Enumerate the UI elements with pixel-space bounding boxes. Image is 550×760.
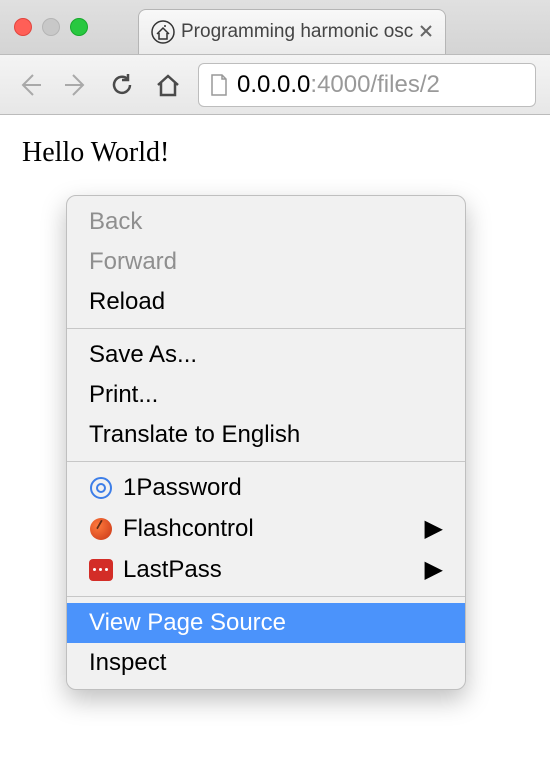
- menu-separator: [67, 461, 465, 462]
- menu-item-inspect[interactable]: Inspect: [67, 643, 465, 683]
- chevron-right-icon: ▶: [425, 555, 443, 584]
- lastpass-icon: [89, 558, 113, 582]
- menu-item-print[interactable]: Print...: [67, 375, 465, 415]
- url-path: :4000/files/2: [310, 71, 439, 98]
- menu-item-forward[interactable]: Forward: [67, 242, 465, 282]
- menu-item-back[interactable]: Back: [67, 202, 465, 242]
- menu-separator: [67, 596, 465, 597]
- menu-item-1password[interactable]: 1Password: [67, 468, 465, 508]
- close-window-button[interactable]: [14, 18, 32, 36]
- fullscreen-window-button[interactable]: [70, 18, 88, 36]
- menu-item-view-source[interactable]: View Page Source: [67, 603, 465, 643]
- page-body-text: Hello World!: [22, 137, 169, 168]
- browser-toolbar: 0.0.0.0:4000/files/2: [0, 55, 550, 115]
- menu-item-translate[interactable]: Translate to English: [67, 415, 465, 455]
- reload-button[interactable]: [106, 69, 138, 101]
- address-bar[interactable]: 0.0.0.0:4000/files/2: [198, 63, 536, 107]
- page-content: Hello World!: [0, 115, 550, 191]
- menu-item-flashcontrol[interactable]: Flashcontrol ▶: [67, 508, 465, 549]
- url-text: 0.0.0.0:4000/files/2: [237, 71, 440, 99]
- url-host: 0.0.0.0: [237, 71, 310, 98]
- close-tab-button[interactable]: [419, 22, 433, 43]
- context-menu: Back Forward Reload Save As... Print... …: [66, 195, 466, 690]
- flashcontrol-icon: [89, 517, 113, 541]
- browser-tab[interactable]: Programming harmonic osc: [138, 9, 446, 54]
- house-icon: [151, 20, 175, 44]
- menu-item-reload[interactable]: Reload: [67, 282, 465, 322]
- tab-title: Programming harmonic osc: [181, 21, 413, 43]
- chevron-right-icon: ▶: [425, 514, 443, 543]
- menu-item-save-as[interactable]: Save As...: [67, 335, 465, 375]
- menu-item-lastpass[interactable]: LastPass ▶: [67, 549, 465, 590]
- window-title-bar: Programming harmonic osc: [0, 0, 550, 55]
- home-button[interactable]: [152, 69, 184, 101]
- file-icon: [209, 73, 229, 97]
- menu-separator: [67, 328, 465, 329]
- window-controls: [14, 18, 88, 36]
- forward-button[interactable]: [60, 69, 92, 101]
- minimize-window-button[interactable]: [42, 18, 60, 36]
- 1password-icon: [89, 476, 113, 500]
- back-button[interactable]: [14, 69, 46, 101]
